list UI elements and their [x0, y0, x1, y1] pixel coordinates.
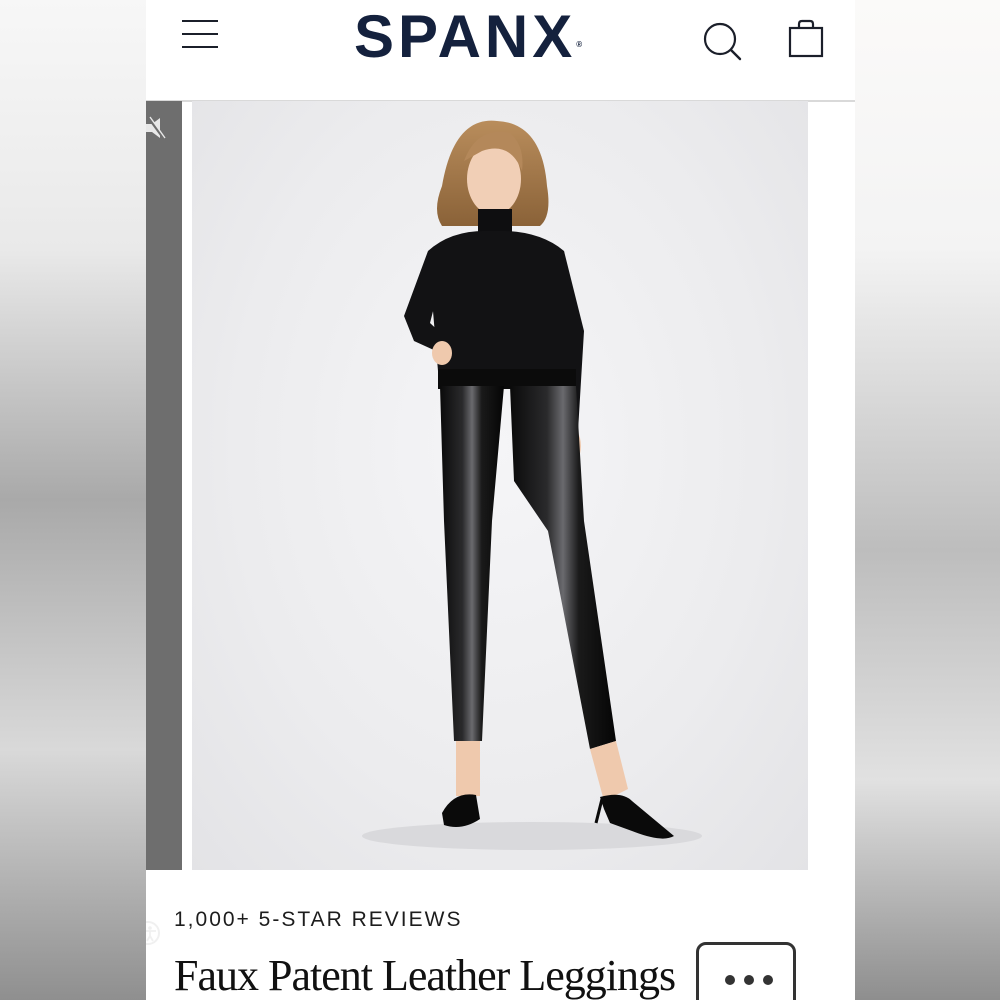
more-options-button[interactable]	[696, 942, 796, 1000]
shopping-bag-icon	[788, 19, 824, 58]
background-right	[855, 0, 1000, 1000]
reviews-count-label: 1,000+ 5-STAR REVIEWS	[174, 908, 463, 931]
product-title: Faux Patent Leather Leggings	[174, 951, 676, 1000]
background-left	[0, 0, 146, 1000]
menu-icon-line	[182, 46, 218, 48]
cart-button[interactable]	[786, 18, 828, 60]
brand-logo[interactable]: SPANX®	[354, 2, 654, 72]
product-image[interactable]	[192, 101, 808, 870]
product-photo-model	[362, 120, 702, 850]
search-icon	[703, 22, 742, 61]
mute-speaker-icon[interactable]	[146, 115, 166, 141]
search-button[interactable]	[702, 20, 744, 62]
accessibility-icon[interactable]	[146, 919, 162, 947]
gallery-side-strip	[146, 101, 182, 945]
registered-mark: ®	[576, 40, 587, 49]
more-dots-icon	[725, 975, 773, 985]
menu-button[interactable]	[180, 18, 220, 52]
brand-name: SPANX	[354, 3, 577, 70]
menu-icon-line	[182, 20, 218, 22]
phone-screen: SPANX® 1,000+ 5-STAR REVIEWS Faux Patent…	[146, 0, 855, 1000]
top-navigation-bar: SPANX®	[146, 0, 855, 102]
menu-icon-line	[182, 33, 218, 35]
